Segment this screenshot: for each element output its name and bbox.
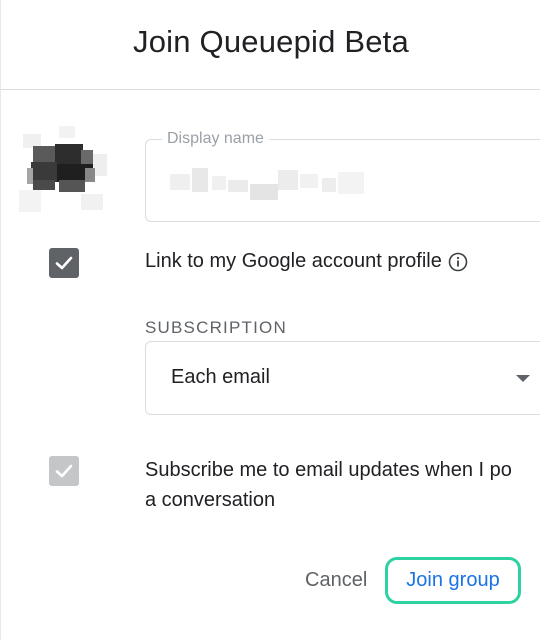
dialog-title: Join Queuepid Beta xyxy=(133,24,409,59)
link-profile-label: Link to my Google account profile xyxy=(145,250,442,272)
join-group-dialog: Join Queuepid Beta Display name Link to … xyxy=(0,0,540,640)
subscribe-label-line1: Subscribe me to email updates when I po xyxy=(145,459,512,481)
join-group-button[interactable]: Join group xyxy=(385,557,521,604)
check-icon xyxy=(55,256,73,270)
subscription-select[interactable]: Each email xyxy=(145,341,540,415)
subscription-section-label: SUBSCRIPTION xyxy=(145,318,287,337)
avatar xyxy=(19,124,111,216)
check-icon xyxy=(55,464,73,478)
subscribe-label-line2: a conversation xyxy=(145,489,276,511)
link-profile-row: Link to my Google account profile xyxy=(145,250,468,273)
subscribe-updates-label: Subscribe me to email updates when I po … xyxy=(145,455,540,515)
cancel-button[interactable]: Cancel xyxy=(295,562,377,598)
display-name-value-redacted xyxy=(166,160,366,205)
display-name-label: Display name xyxy=(162,129,269,149)
subscribe-updates-checkbox[interactable] xyxy=(49,456,79,486)
link-profile-checkbox[interactable] xyxy=(49,248,79,278)
info-icon[interactable] xyxy=(448,252,468,272)
subscription-selected-value: Each email xyxy=(171,366,270,388)
header-divider xyxy=(1,89,540,90)
dropdown-arrow-icon xyxy=(516,375,530,382)
display-name-field[interactable]: Display name xyxy=(145,129,540,222)
